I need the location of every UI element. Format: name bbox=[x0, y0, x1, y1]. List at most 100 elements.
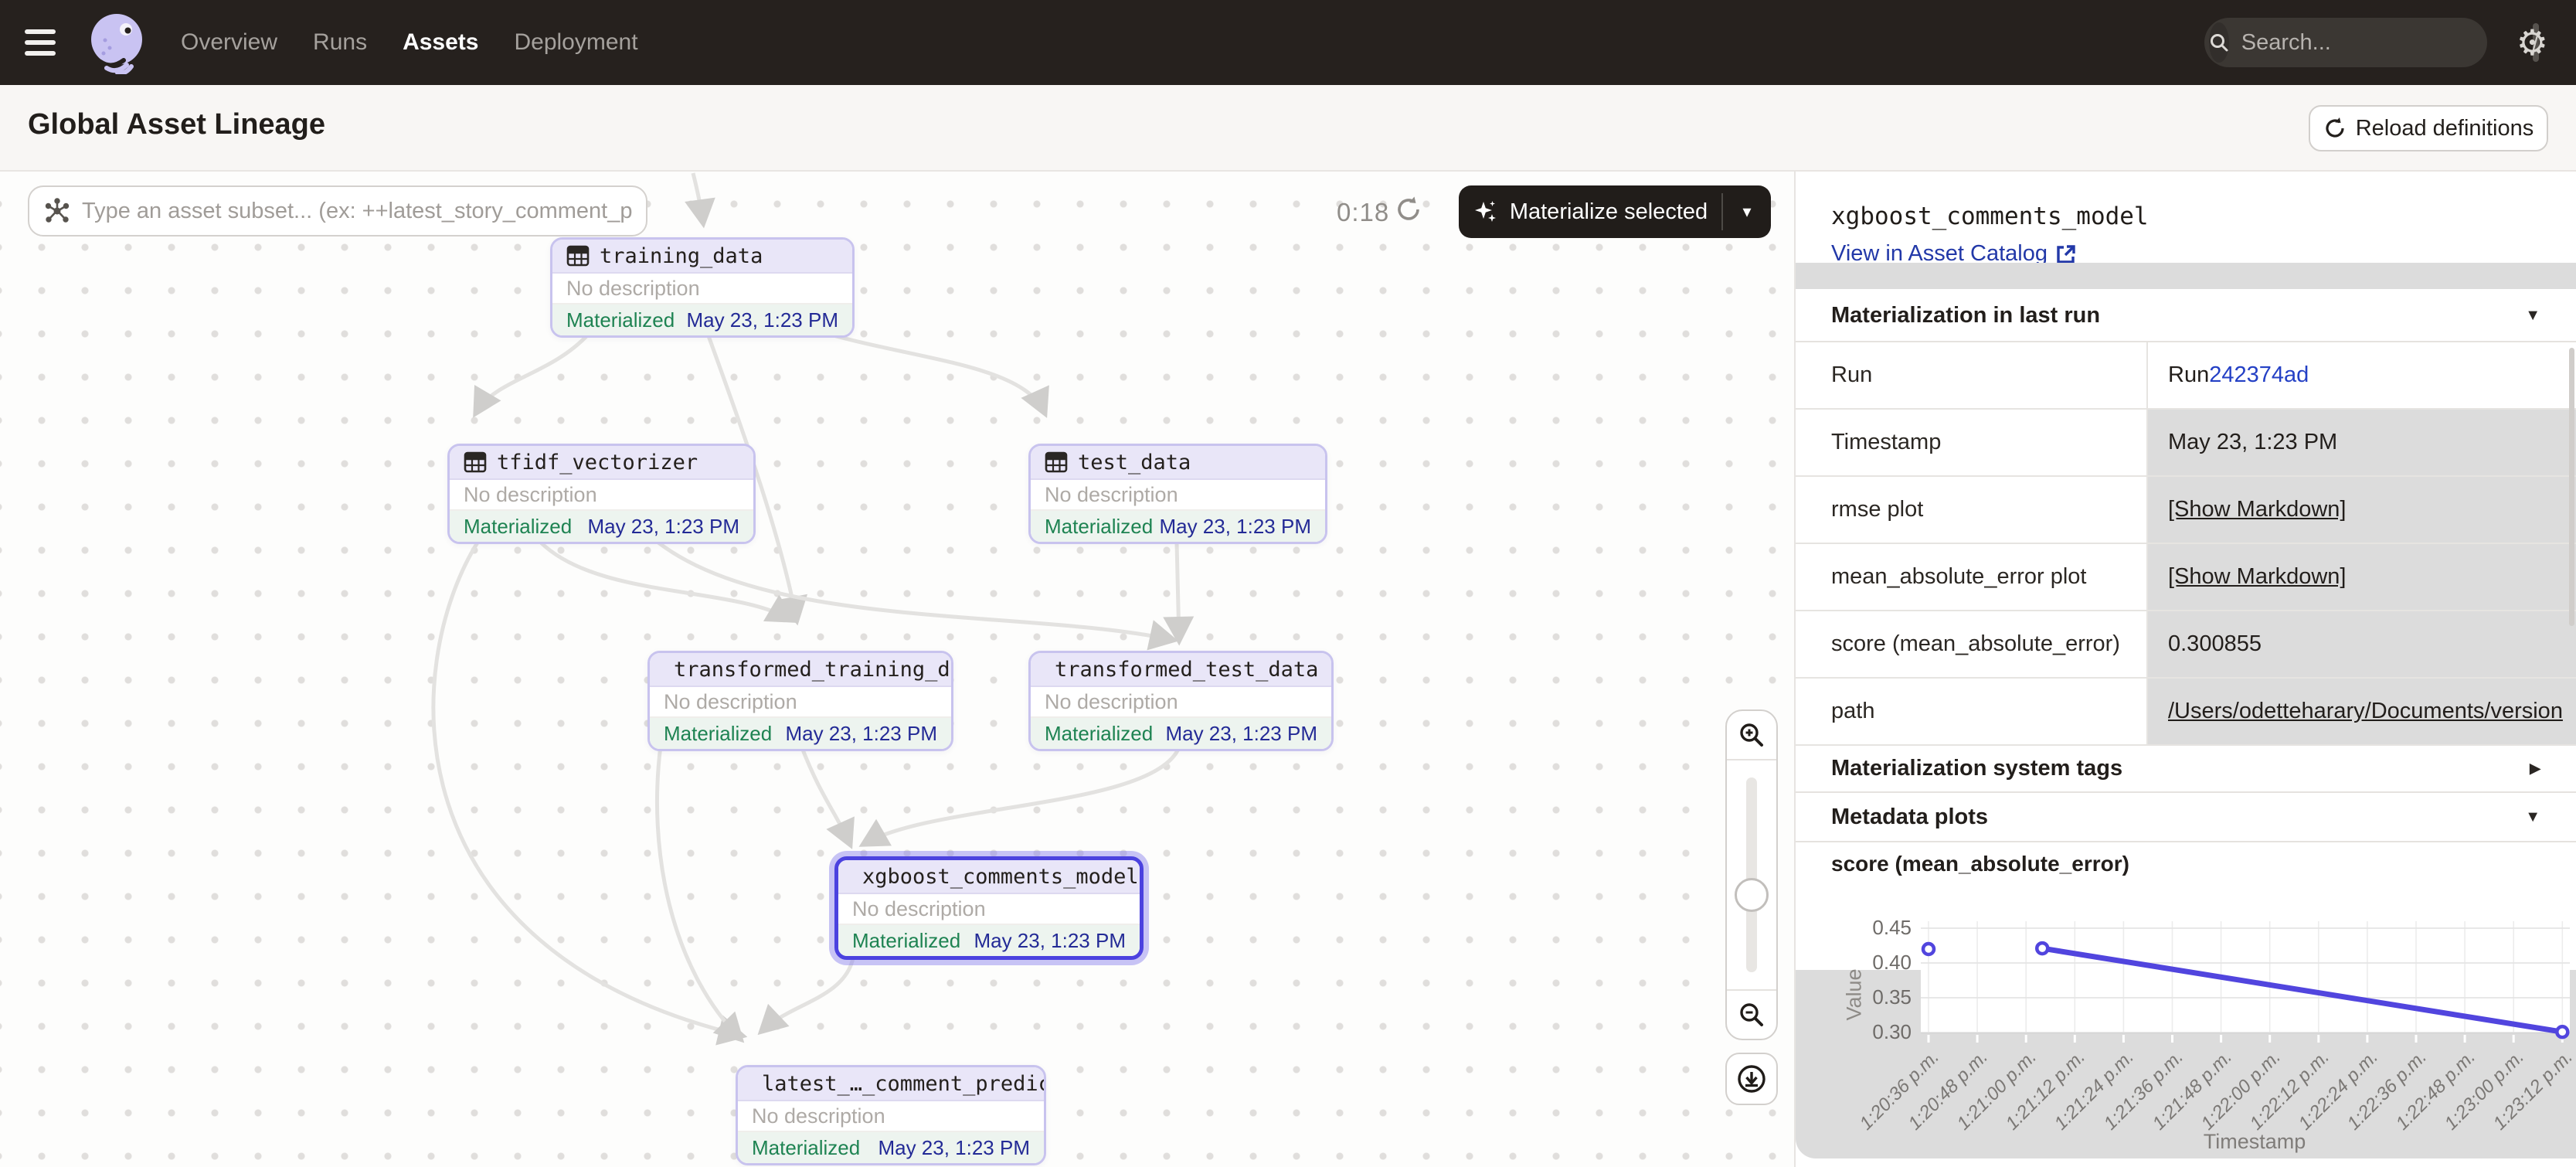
chevron-right-icon: ▶ bbox=[2530, 760, 2540, 777]
score-metadata-chart: 0.45 0.40 0.35 0.30 Value Timestamp 1:20… bbox=[1796, 912, 2576, 1167]
asset-node-xgboost-comments-model[interactable]: xgboost_comments_model No description Ma… bbox=[834, 856, 1144, 960]
asset-description: No description bbox=[650, 687, 951, 718]
asset-subset-filter[interactable] bbox=[28, 185, 647, 236]
download-graph-button[interactable] bbox=[1725, 1053, 1778, 1105]
asset-node-training-data[interactable]: training_data No description Materialize… bbox=[550, 237, 855, 338]
dagster-logo-icon[interactable] bbox=[85, 11, 148, 74]
asset-node-test-data[interactable]: test_data No description MaterializedMay… bbox=[1028, 444, 1327, 544]
asset-name: transformed_test_data bbox=[1055, 658, 1318, 682]
panel-vertical-scrollbar[interactable] bbox=[2569, 348, 2574, 626]
asset-timestamp: May 23, 1:23 PM bbox=[1159, 515, 1311, 539]
section-metadata-plots[interactable]: Metadata plots▼ bbox=[1796, 793, 2576, 842]
edge-trainingdata-tfidfvectorizer bbox=[476, 334, 589, 413]
edge-transformedtestdata-xgboost bbox=[864, 746, 1180, 844]
edge-tfidfvectorizer-latestpredictions bbox=[433, 543, 742, 1036]
row-label: Run bbox=[1796, 342, 2146, 408]
row-label: mean_absolute_error plot bbox=[1796, 544, 2146, 610]
materialize-selected-button[interactable]: Materialize selected ▾ bbox=[1459, 185, 1771, 238]
table-row-path: path /Users/odetteharary/Documents/versi… bbox=[1796, 679, 2576, 746]
row-value: Run 242374ad bbox=[2146, 342, 2576, 408]
zoom-in-button[interactable] bbox=[1727, 711, 1776, 760]
row-label: Timestamp bbox=[1796, 410, 2146, 475]
nav-item-assets[interactable]: Assets bbox=[403, 29, 478, 56]
asset-status: Materialized bbox=[464, 515, 572, 539]
table-row-timestamp: Timestamp May 23, 1:23 PM bbox=[1796, 410, 2576, 477]
asset-node-transformed-test-data[interactable]: transformed_test_data No description Mat… bbox=[1028, 651, 1334, 751]
asset-timestamp: May 23, 1:23 PM bbox=[587, 515, 739, 539]
asset-timestamp: May 23, 1:23 PM bbox=[974, 929, 1126, 953]
chart-plot-svg bbox=[1921, 921, 2570, 1053]
asset-status: Materialized bbox=[1045, 515, 1153, 539]
asset-subset-input[interactable] bbox=[82, 199, 634, 224]
edge-tfidfvectorizer-transformedtestdata bbox=[658, 543, 1173, 640]
row-label: path bbox=[1796, 679, 2146, 744]
asset-status: Materialized bbox=[752, 1136, 860, 1160]
chevron-down-icon: ▼ bbox=[2525, 808, 2540, 826]
edge-transformedtrainingdata-xgboost bbox=[801, 746, 850, 844]
table-icon bbox=[566, 244, 590, 267]
y-axis-label: Value bbox=[1843, 968, 1867, 1020]
hamburger-menu-icon[interactable] bbox=[25, 29, 56, 56]
nav-item-overview[interactable]: Overview bbox=[181, 29, 277, 56]
primary-nav: Overview Runs Assets Deployment bbox=[181, 29, 638, 56]
asset-status: Materialized bbox=[852, 929, 960, 953]
external-link-icon bbox=[2055, 243, 2077, 265]
row-label: rmse plot bbox=[1796, 477, 2146, 543]
nav-item-deployment[interactable]: Deployment bbox=[514, 29, 637, 56]
reload-definitions-button[interactable]: Reload definitions bbox=[2309, 105, 2548, 151]
refresh-timer: 0:18 bbox=[1337, 198, 1389, 227]
y-tick-label: 0.30 bbox=[1803, 1020, 1912, 1044]
run-id-link[interactable]: 242374ad bbox=[2209, 362, 2309, 388]
asset-status: Materialized bbox=[664, 722, 772, 746]
reload-icon bbox=[2323, 117, 2347, 140]
panel-horizontal-scrollbar[interactable] bbox=[1796, 263, 2576, 289]
asset-name: transformed_training_data bbox=[674, 658, 953, 682]
page-title: Global Asset Lineage bbox=[28, 108, 325, 141]
row-value: May 23, 1:23 PM bbox=[2146, 410, 2576, 475]
table-icon bbox=[464, 451, 487, 474]
x-axis-label: Timestamp bbox=[2204, 1130, 2306, 1154]
asset-node-tfidf-vectorizer[interactable]: tfidf_vectorizer No description Material… bbox=[447, 444, 756, 544]
section-materialization-system-tags[interactable]: Materialization system tags▶ bbox=[1796, 746, 2576, 793]
graph-zoom-controls bbox=[1725, 709, 1778, 1040]
section-materialization-in-last-run[interactable]: Materialization in last run▼ bbox=[1796, 290, 2576, 342]
sparkle-icon bbox=[1473, 199, 1499, 225]
asset-name: test_data bbox=[1078, 451, 1191, 475]
asset-description: No description bbox=[552, 274, 852, 305]
edge-testdata-transformedtestdata bbox=[1177, 543, 1179, 640]
asset-node-latest-comment-predictions[interactable]: latest_…_comment_predictions No descript… bbox=[736, 1065, 1046, 1165]
panel-asset-title: xgboost_comments_model bbox=[1831, 202, 2149, 230]
zoom-out-button[interactable] bbox=[1727, 989, 1776, 1039]
search-icon bbox=[2209, 22, 2229, 63]
global-search[interactable]: / bbox=[2204, 18, 2487, 67]
table-icon bbox=[1045, 451, 1068, 474]
edge-transformedtrainingdata-latestpredictions bbox=[657, 746, 740, 1039]
edge-trainingdata-testdata bbox=[822, 332, 1045, 413]
path-link[interactable]: /Users/odetteharary/Documents/version bbox=[2168, 699, 2563, 724]
search-input[interactable] bbox=[2241, 30, 2533, 56]
row-label: score (mean_absolute_error) bbox=[1796, 611, 2146, 677]
table-row-mean-absolute-error-plot: mean_absolute_error plot [Show Markdown] bbox=[1796, 544, 2576, 611]
metadata-table: Run Run 242374ad Timestamp May 23, 1:23 … bbox=[1796, 342, 2576, 746]
asset-description: No description bbox=[450, 480, 753, 511]
refresh-icon[interactable] bbox=[1394, 195, 1423, 228]
dagster-global-asset-lineage-app: Overview Runs Assets Deployment / ⚙ Glob… bbox=[0, 0, 2576, 1167]
chart-title: score (mean_absolute_error) bbox=[1831, 852, 2129, 876]
materialize-dropdown-caret[interactable]: ▾ bbox=[1723, 185, 1771, 238]
asset-description: No description bbox=[1031, 480, 1325, 511]
row-value: [Show Markdown] bbox=[2146, 477, 2576, 543]
show-markdown-link[interactable]: [Show Markdown] bbox=[2168, 497, 2347, 522]
nav-item-runs[interactable]: Runs bbox=[313, 29, 367, 56]
show-markdown-link[interactable]: [Show Markdown] bbox=[2168, 564, 2347, 590]
zoom-slider-knob[interactable] bbox=[1735, 878, 1769, 912]
table-row-score: score (mean_absolute_error) 0.300855 bbox=[1796, 611, 2576, 679]
edge-tfidfvectorizer-transformedtrainingdata bbox=[541, 543, 791, 620]
edge-upstream-trainingdata bbox=[693, 173, 703, 223]
asset-node-transformed-training-data[interactable]: transformed_training_data No description… bbox=[647, 651, 953, 751]
asset-timestamp: May 23, 1:23 PM bbox=[785, 722, 937, 746]
asset-description: No description bbox=[1031, 687, 1331, 718]
zoom-slider-track[interactable] bbox=[1746, 777, 1757, 972]
top-nav: Overview Runs Assets Deployment / ⚙ bbox=[0, 0, 2576, 85]
settings-gear-icon[interactable]: ⚙ bbox=[2517, 25, 2548, 60]
zoom-slider[interactable] bbox=[1727, 760, 1776, 989]
